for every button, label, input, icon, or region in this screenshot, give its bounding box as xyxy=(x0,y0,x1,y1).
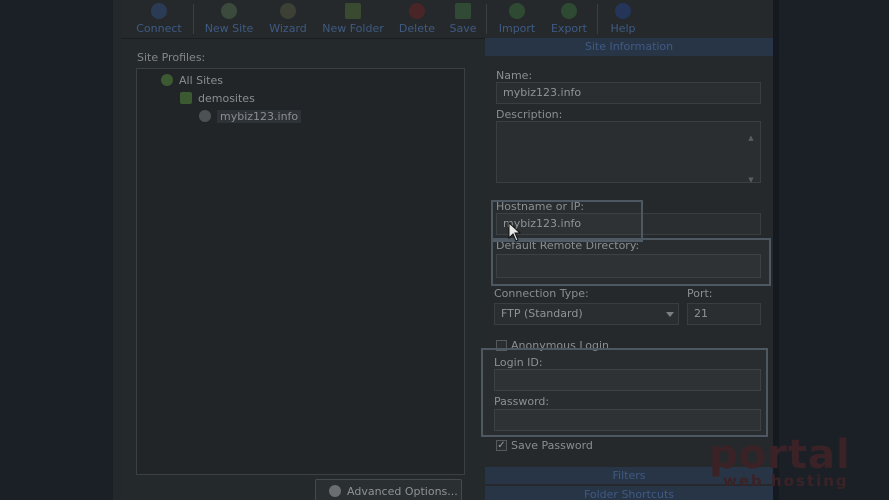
delete-button[interactable]: Delete xyxy=(395,0,439,38)
help-icon xyxy=(615,3,631,19)
advanced-options-button[interactable]: Advanced Options... xyxy=(315,479,462,500)
site-information-header: Site Information xyxy=(485,38,773,56)
all-sites-icon xyxy=(161,74,173,86)
connect-icon xyxy=(151,3,167,19)
site-globe-icon xyxy=(199,110,211,122)
new-folder-icon xyxy=(345,3,361,19)
desktop-left-edge xyxy=(113,0,121,500)
new-folder-button[interactable]: New Folder xyxy=(321,0,385,38)
tree-item-all-sites[interactable]: All Sites xyxy=(161,74,223,87)
scroll-up-arrow-icon[interactable]: ▲ xyxy=(746,128,756,142)
new-site-button[interactable]: New Site xyxy=(203,0,255,38)
tree-item-mybiz123[interactable]: mybiz123.info xyxy=(199,110,302,123)
save-password-checkbox[interactable]: ✓ xyxy=(496,440,507,451)
chevron-down-icon xyxy=(666,312,674,317)
toolbar-separator xyxy=(597,4,598,34)
port-input[interactable]: 21 xyxy=(687,303,761,325)
save-password-label: Save Password xyxy=(511,439,593,452)
import-button[interactable]: Import xyxy=(495,0,539,38)
scroll-down-arrow-icon[interactable]: ▼ xyxy=(746,170,756,184)
site-profiles-tree[interactable]: All Sites demosites mybiz123.info xyxy=(136,68,465,475)
site-profiles-label: Site Profiles: xyxy=(137,51,206,64)
toolbar-separator xyxy=(193,4,194,34)
name-input[interactable]: mybiz123.info xyxy=(496,82,761,104)
folder-icon xyxy=(180,92,192,104)
save-button[interactable]: Save xyxy=(445,0,481,38)
desktop-right xyxy=(779,0,889,500)
name-label: Name: xyxy=(496,69,533,82)
save-icon xyxy=(455,3,471,19)
toolbar: Connect New Site Wizard New Folder Delet… xyxy=(121,0,773,39)
import-icon xyxy=(509,3,525,19)
help-button[interactable]: Help xyxy=(605,0,641,38)
highlight-remote-directory-box xyxy=(491,238,771,286)
description-textarea[interactable]: ▲ ▼ xyxy=(496,121,761,184)
connection-type-label: Connection Type: xyxy=(494,287,589,300)
wizard-button[interactable]: Wizard xyxy=(265,0,311,38)
description-label: Description: xyxy=(496,108,563,121)
export-button[interactable]: Export xyxy=(547,0,591,38)
connection-type-select[interactable]: FTP (Standard) xyxy=(494,303,679,325)
advanced-options-icon xyxy=(329,485,341,497)
portal-web-hosting-watermark: portal web hosting xyxy=(709,432,859,492)
desktop-left xyxy=(0,0,113,500)
mouse-pointer-icon xyxy=(508,222,522,242)
delete-icon xyxy=(409,3,425,19)
export-icon xyxy=(561,3,577,19)
watermark-tagline: web hosting xyxy=(723,472,849,490)
port-label: Port: xyxy=(687,287,713,300)
connect-button[interactable]: Connect xyxy=(135,0,183,38)
tree-item-demosites[interactable]: demosites xyxy=(180,92,255,105)
toolbar-separator xyxy=(486,4,487,34)
wizard-icon xyxy=(280,3,296,19)
new-site-icon xyxy=(221,3,237,19)
highlight-login-box xyxy=(481,348,768,437)
